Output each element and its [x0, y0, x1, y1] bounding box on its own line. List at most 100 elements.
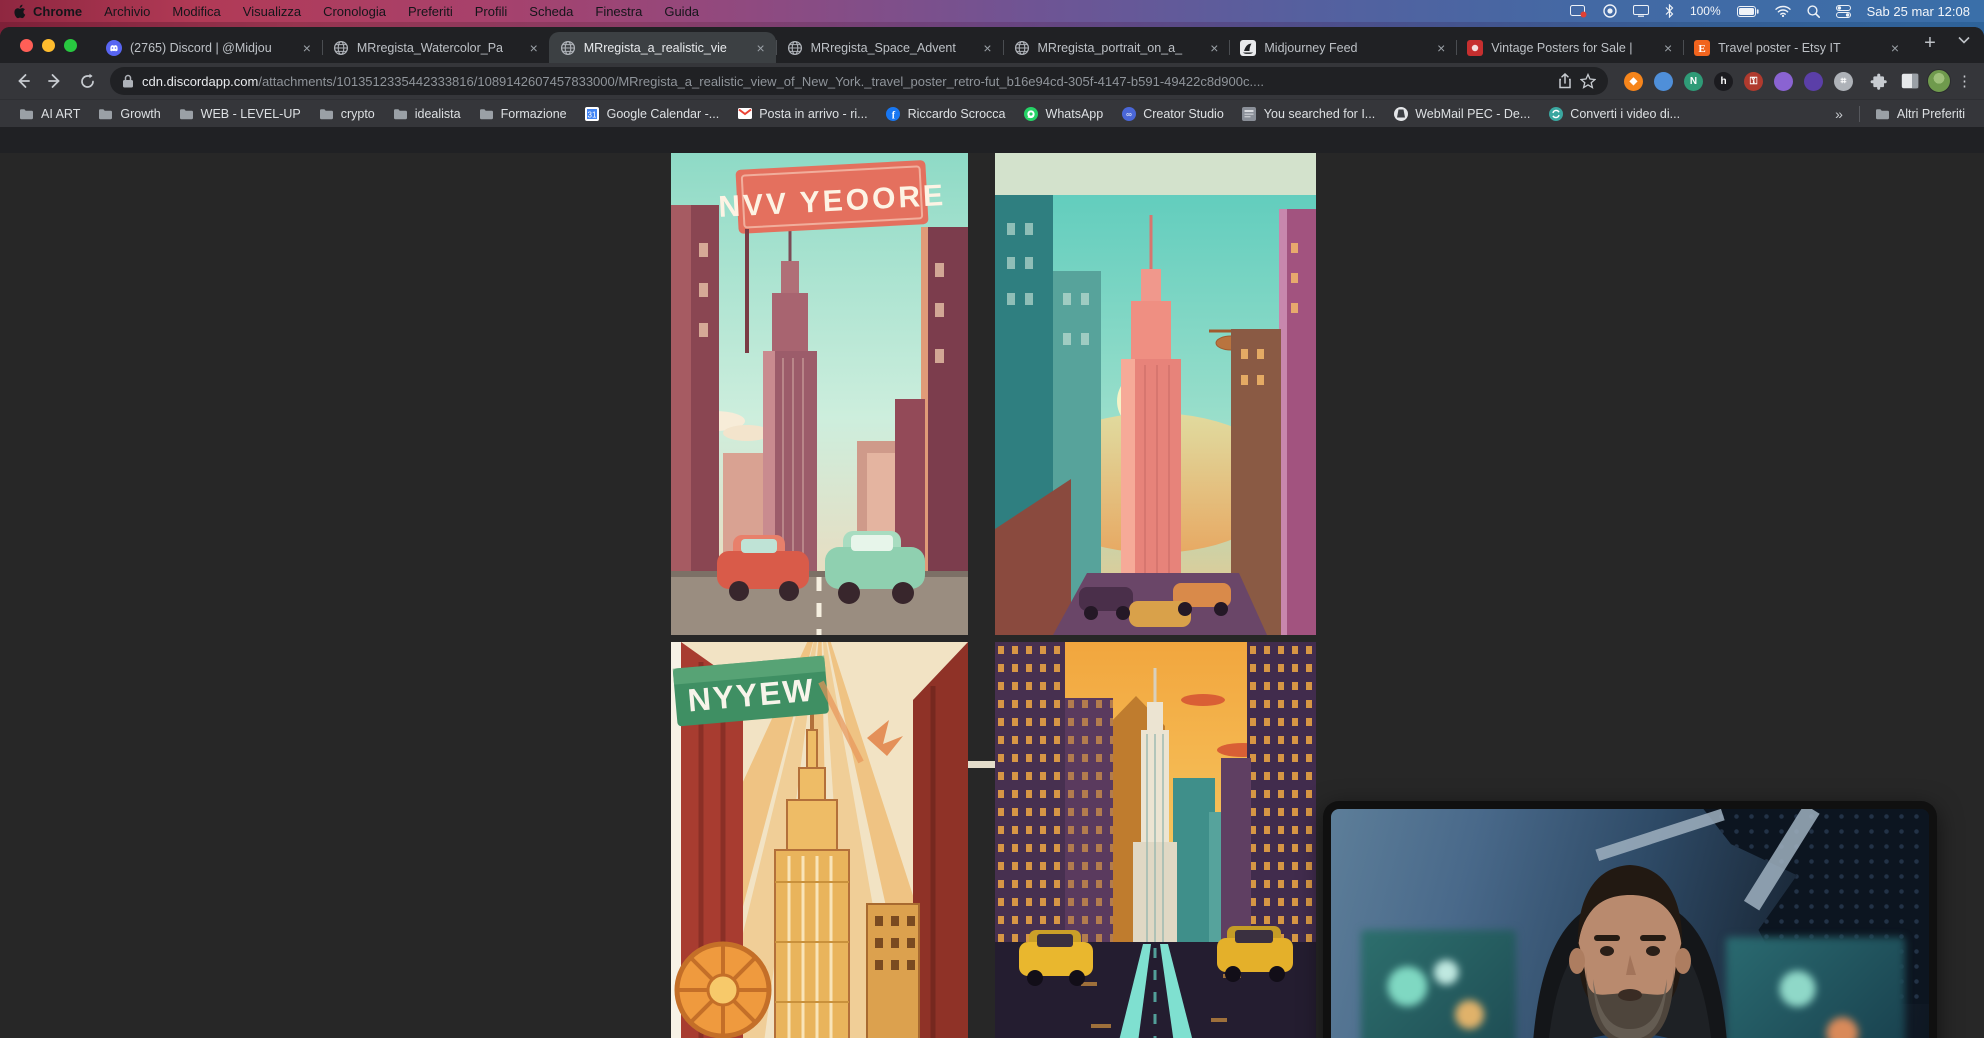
tab-1[interactable]: (2765) Discord | @Midjou×	[95, 32, 322, 63]
menubar-clock[interactable]: Sab 25 mar 12:08	[1867, 4, 1970, 19]
minimize-window-button[interactable]	[42, 39, 55, 52]
tab-3[interactable]: MRregista_a_realistic_vie ×	[549, 32, 776, 63]
tab-close-icon[interactable]: ×	[1208, 39, 1220, 57]
bookmark-posta-in-arrivo-ri[interactable]: Posta in arrivo - ri...	[728, 103, 876, 124]
reload-button[interactable]	[72, 66, 102, 96]
tab-close-icon[interactable]: ×	[528, 39, 540, 57]
record-icon[interactable]	[1603, 4, 1617, 18]
url-text[interactable]: cdn.discordapp.com/attachments/101351233…	[142, 74, 1550, 89]
tab-7[interactable]: Vintage Posters for Sale |×	[1456, 32, 1683, 63]
blue-extension-icon[interactable]	[1654, 72, 1673, 91]
new-tab-button[interactable]: +	[1916, 32, 1944, 55]
bookmark-star-icon[interactable]	[1580, 73, 1596, 89]
purple-extension-icon[interactable]	[1774, 72, 1793, 91]
bookmark-label: You searched for I...	[1264, 107, 1375, 121]
spotlight-icon[interactable]	[1807, 5, 1820, 18]
menu-archivio[interactable]: Archivio	[104, 4, 150, 19]
zoom-window-button[interactable]	[64, 39, 77, 52]
apple-icon[interactable]	[14, 4, 27, 19]
tab-label: MRregista_a_realistic_vie	[584, 41, 747, 55]
screen-mirroring-icon[interactable]	[1570, 5, 1587, 18]
menu-cronologia[interactable]: Cronologia	[323, 4, 386, 19]
bookmark-web-level-up[interactable]: WEB - LEVEL-UP	[170, 103, 310, 124]
tabs: (2765) Discord | @Midjou×MRregista_Water…	[95, 32, 1910, 63]
battery-icon[interactable]	[1737, 6, 1759, 17]
control-center-icon[interactable]	[1836, 5, 1851, 18]
address-bar[interactable]: cdn.discordapp.com/attachments/101351233…	[110, 67, 1608, 95]
tab-close-icon[interactable]: ×	[754, 39, 766, 57]
bookmark-google-calendar[interactable]: 31 Google Calendar -...	[576, 103, 729, 124]
menu-chrome[interactable]: Chrome	[33, 4, 82, 19]
tab-label: MRregista_Watercolor_Pa	[357, 41, 520, 55]
share-icon[interactable]	[1558, 73, 1572, 89]
tab-search-chevron-icon[interactable]	[1958, 31, 1970, 49]
bookmark-label: Posta in arrivo - ri...	[759, 107, 867, 121]
tab-5[interactable]: MRregista_portrait_on_a_ ×	[1003, 32, 1230, 63]
profile-avatar[interactable]	[1927, 69, 1951, 93]
tab-8[interactable]: ETravel poster - Etsy IT×	[1683, 32, 1910, 63]
tab-6[interactable]: Midjourney Feed×	[1229, 32, 1456, 63]
menu-visualizza[interactable]: Visualizza	[243, 4, 301, 19]
menu-guida[interactable]: Guida	[664, 4, 699, 19]
gmail-favicon-icon	[737, 106, 752, 121]
bookmark-converti-i-video-di[interactable]: Converti i video di...	[1539, 103, 1689, 124]
poster-taxi-street[interactable]	[995, 642, 1316, 1038]
close-window-button[interactable]	[20, 39, 33, 52]
honey-extension-icon[interactable]: h	[1714, 72, 1733, 91]
grid-extension-icon[interactable]: ⌗	[1834, 72, 1853, 91]
folder-icon	[319, 106, 334, 121]
red-key-extension-icon[interactable]: ⚿	[1744, 72, 1763, 91]
tab-close-icon[interactable]: ×	[1435, 39, 1447, 57]
bookmark-crypto[interactable]: crypto	[310, 103, 384, 124]
wifi-icon[interactable]	[1775, 5, 1791, 17]
side-panel-icon[interactable]	[1895, 66, 1925, 96]
bookmarks-overflow-chevron[interactable]: »	[1825, 106, 1853, 122]
bookmark-label: WebMail PEC - De...	[1415, 107, 1530, 121]
bookmark-creator-studio[interactable]: ∞Creator Studio	[1112, 103, 1233, 124]
extensions-puzzle-icon[interactable]	[1863, 66, 1893, 96]
tab-close-icon[interactable]: ×	[1889, 39, 1901, 57]
lock-icon[interactable]	[122, 74, 134, 88]
bookmark-label: Google Calendar -...	[607, 107, 720, 121]
forward-button[interactable]	[40, 66, 70, 96]
bookmark-idealista[interactable]: idealista	[384, 103, 470, 124]
tab-close-icon[interactable]: ×	[301, 39, 313, 57]
green-n-extension-icon[interactable]: N	[1684, 72, 1703, 91]
menu-preferiti[interactable]: Preferiti	[408, 4, 453, 19]
bookmark-growth[interactable]: Growth	[89, 103, 169, 124]
bookmark-whatsapp[interactable]: WhatsApp	[1015, 103, 1113, 124]
metamask-extension-icon[interactable]: ◆	[1624, 72, 1643, 91]
tab-close-icon[interactable]: ×	[981, 39, 993, 57]
globe-favicon-icon	[333, 40, 349, 56]
tab-label: MRregista_Space_Advent	[811, 41, 974, 55]
convert-favicon-icon	[1548, 106, 1563, 121]
tab-2[interactable]: MRregista_Watercolor_Pa ×	[322, 32, 549, 63]
bookmark-label: Converti i video di...	[1570, 107, 1680, 121]
display-icon[interactable]	[1633, 5, 1649, 17]
tab-close-icon[interactable]: ×	[1662, 39, 1674, 57]
poster-nyyew-sunburst[interactable]: NYYEW	[671, 642, 968, 1038]
menu-scheda[interactable]: Scheda	[529, 4, 573, 19]
bookmark-formazione[interactable]: Formazione	[470, 103, 576, 124]
violet-extension-icon[interactable]	[1804, 72, 1823, 91]
discord-favicon-icon	[106, 40, 122, 56]
bookmark-you-searched-for-i[interactable]: You searched for I...	[1233, 103, 1384, 124]
menu-finestra[interactable]: Finestra	[595, 4, 642, 19]
menu-profili[interactable]: Profili	[475, 4, 508, 19]
tab-4[interactable]: MRregista_Space_Advent ×	[776, 32, 1003, 63]
chrome-menu-icon[interactable]: ⋮	[1953, 72, 1976, 90]
poster-new-york-pink[interactable]: NVV YEOORE	[671, 153, 968, 635]
bookmark-ai-art[interactable]: AI ART	[10, 103, 89, 124]
svg-text:31: 31	[588, 110, 597, 119]
other-favorites[interactable]: Altri Preferiti	[1866, 103, 1974, 124]
folder-icon	[1875, 106, 1890, 121]
bluetooth-icon[interactable]	[1665, 4, 1674, 18]
bookmark-label: Riccardo Scrocca	[908, 107, 1006, 121]
bookmark-label: AI ART	[41, 107, 80, 121]
bookmark-webmail-pec-de[interactable]: WebMail PEC - De...	[1384, 103, 1539, 124]
tab-label: MRregista_portrait_on_a_	[1038, 41, 1201, 55]
back-button[interactable]	[8, 66, 38, 96]
bookmark-riccardo-scrocca[interactable]: fRiccardo Scrocca	[877, 103, 1015, 124]
poster-new-york-sunset[interactable]	[995, 153, 1316, 635]
menu-modifica[interactable]: Modifica	[172, 4, 220, 19]
